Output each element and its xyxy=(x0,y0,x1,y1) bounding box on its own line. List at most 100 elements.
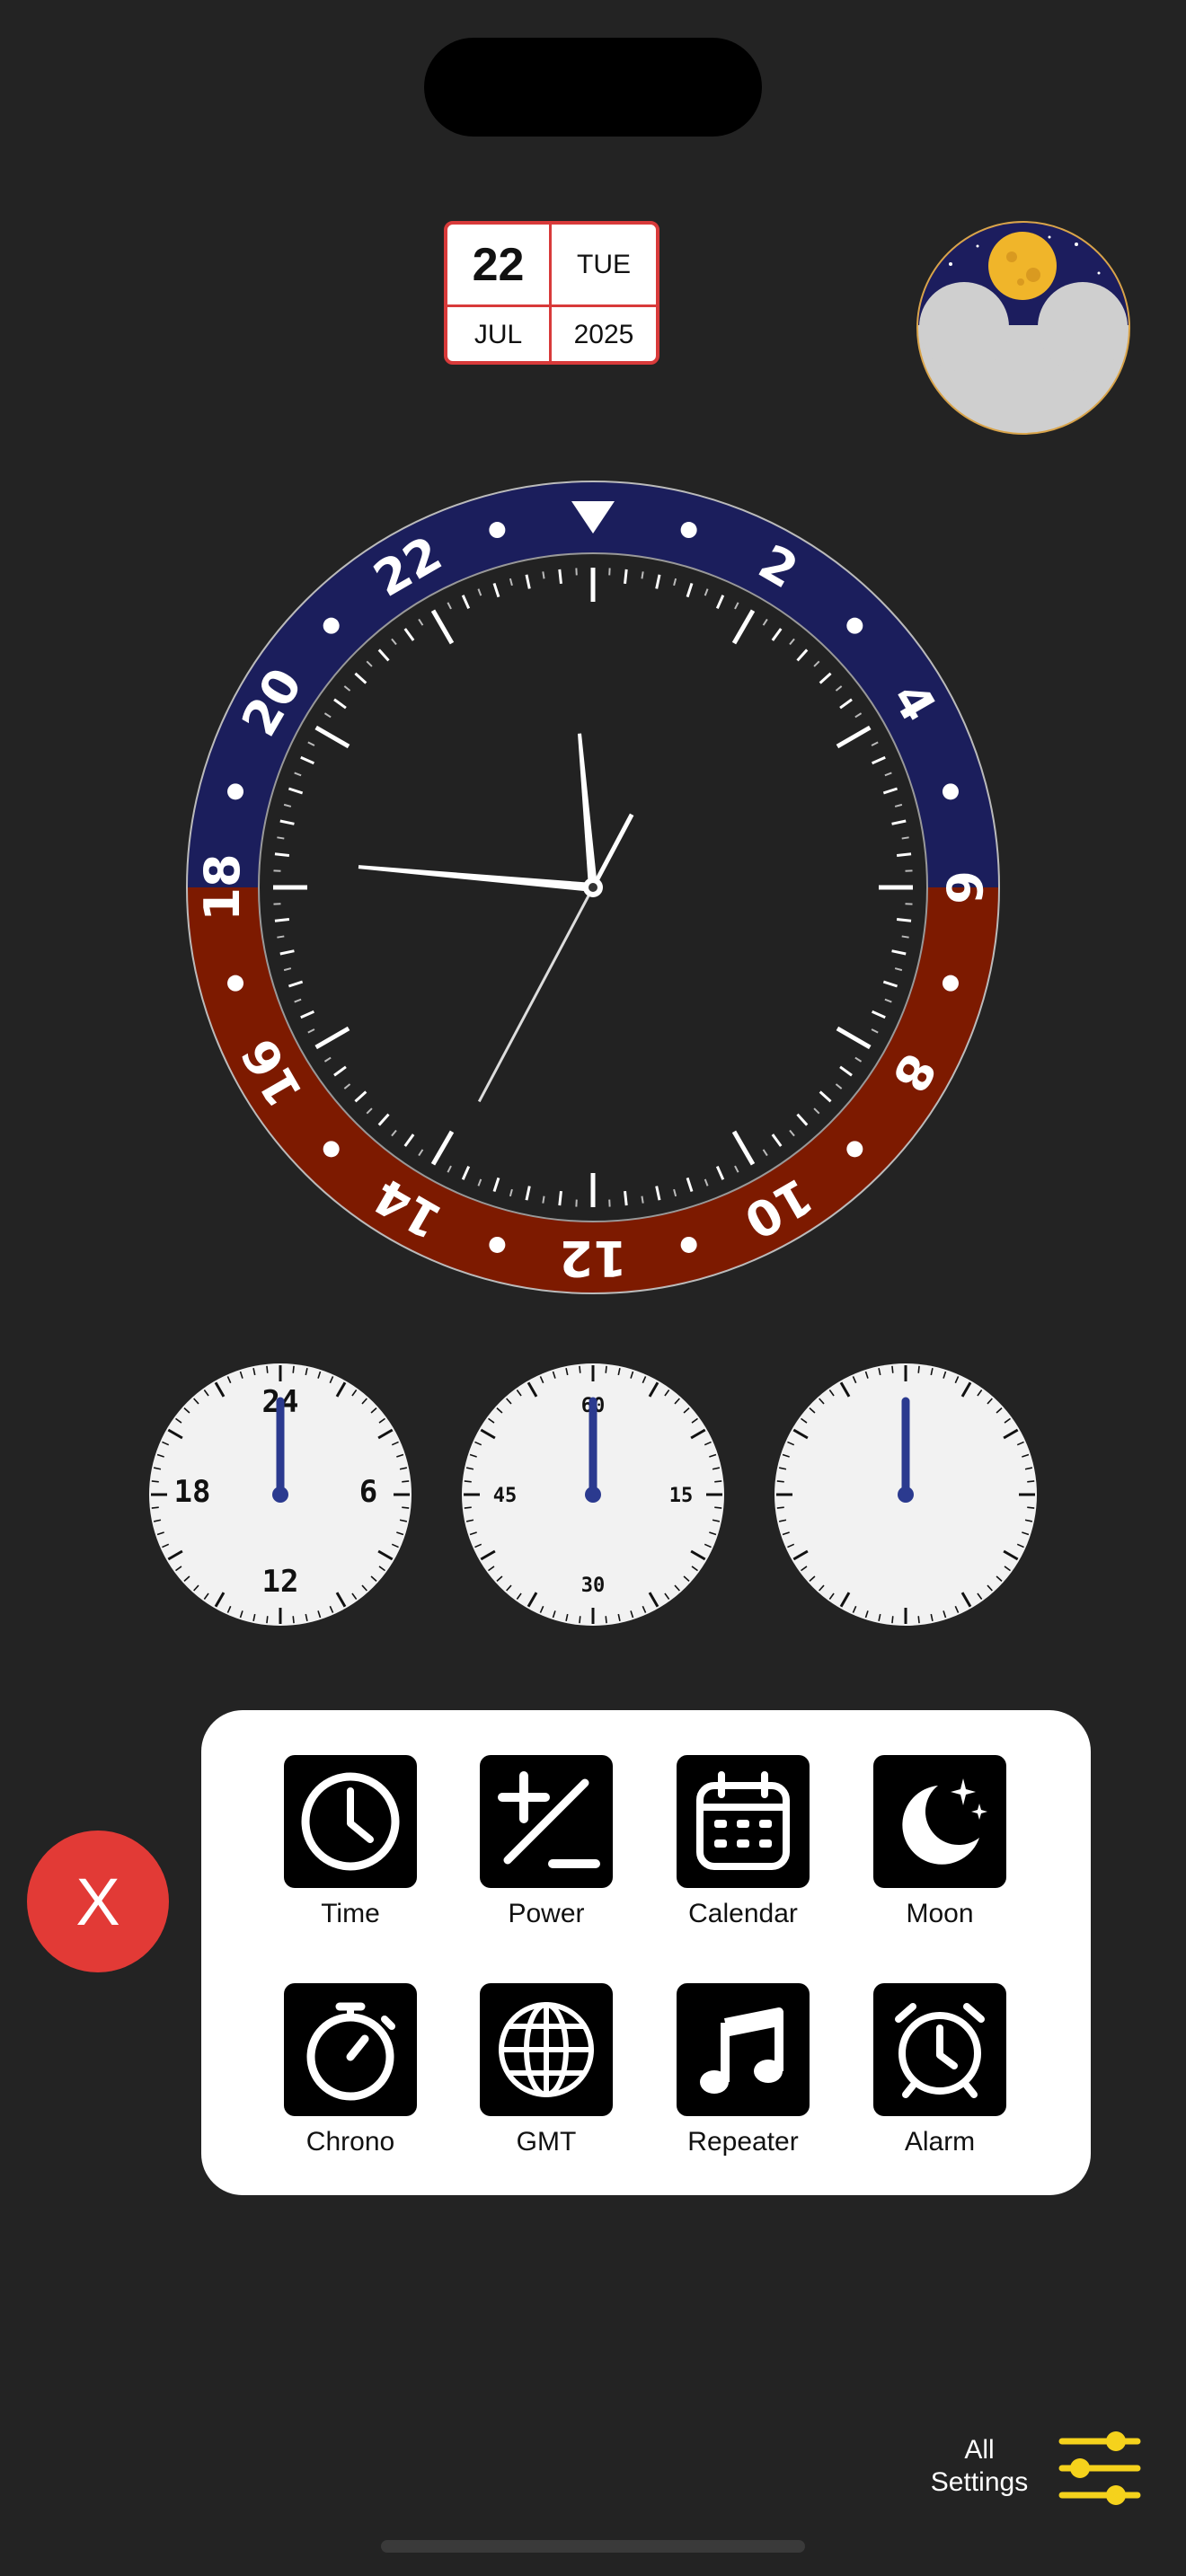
subdial-label: 45 xyxy=(493,1485,518,1507)
shortcut-panel: Time Power Calendar Moon Chrono GMT Repe… xyxy=(201,1710,1091,2195)
shortcut-label: Alarm xyxy=(904,2127,976,2157)
bezel-dot xyxy=(323,1141,340,1158)
shortcut-moon[interactable]: Moon xyxy=(850,1755,1030,1929)
bezel-dot xyxy=(489,1236,506,1253)
subdial-label: 30 xyxy=(581,1575,606,1597)
globe-icon xyxy=(480,1983,613,2116)
dial-subtick xyxy=(277,935,285,939)
calendar-icon xyxy=(677,1755,810,1888)
shortcut-label: GMT xyxy=(516,2127,577,2157)
moon-phase-icon[interactable] xyxy=(915,219,1132,437)
gmt-watch-face[interactable]: 246810121416182022 xyxy=(183,478,1003,1297)
subdial-tick xyxy=(891,1365,894,1373)
subdial-pin xyxy=(585,1486,601,1503)
home-indicator xyxy=(381,2540,805,2553)
subdial-tick xyxy=(776,1480,784,1483)
center-pin-inner xyxy=(589,883,597,892)
subdial-tick xyxy=(1027,1506,1035,1509)
all-settings-button[interactable]: All Settings xyxy=(907,2434,1051,2499)
dial-subtick xyxy=(542,1195,545,1204)
music-note-icon xyxy=(677,1983,810,2116)
shortcut-time[interactable]: Time xyxy=(261,1755,440,1929)
bezel-number: 18 xyxy=(194,853,251,921)
subdial-tick xyxy=(464,1506,472,1509)
date-weekday: TUE xyxy=(552,225,656,307)
date-year: 2025 xyxy=(573,320,634,349)
subdial-tick xyxy=(151,1480,159,1483)
moon-stars-icon xyxy=(873,1755,1006,1888)
all-settings-line2: Settings xyxy=(930,2467,1029,2497)
subdial-tick xyxy=(917,1365,920,1373)
dial-subtick xyxy=(901,836,909,840)
dial-tick xyxy=(274,852,290,857)
shortcut-label: Moon xyxy=(906,1899,974,1928)
subdial-tick xyxy=(464,1480,472,1483)
bezel-dot xyxy=(227,975,244,992)
bezel-dot xyxy=(680,522,697,539)
dial-subtick xyxy=(901,935,909,939)
date-day: 22 xyxy=(447,225,552,307)
subdial-tick xyxy=(292,1616,295,1624)
dial-subtick xyxy=(542,571,545,579)
bezel-number: 12 xyxy=(559,1230,626,1286)
shortcut-gmt[interactable]: GMT xyxy=(456,1983,636,2157)
subdial-tick xyxy=(776,1506,784,1509)
subdial-60[interactable]: 60153045 xyxy=(460,1362,726,1628)
shortcut-label: Time xyxy=(321,1899,380,1928)
subdial-tick xyxy=(714,1506,722,1509)
bezel-dot xyxy=(942,783,959,800)
subdial-tick xyxy=(1027,1480,1035,1483)
subdial-pin xyxy=(272,1486,288,1503)
subdial-blank[interactable] xyxy=(773,1362,1039,1628)
subdial-tick xyxy=(292,1365,295,1373)
bezel-dot xyxy=(227,783,244,800)
bezel-dot xyxy=(323,617,340,634)
dial-tick xyxy=(558,569,562,585)
plus-minus-icon xyxy=(480,1755,613,1888)
bezel-dot xyxy=(680,1236,697,1253)
shortcut-label: Chrono xyxy=(305,2127,395,2157)
shortcut-chrono[interactable]: Chrono xyxy=(261,1983,440,2157)
subdial-tick xyxy=(714,1480,722,1483)
subdial-pin xyxy=(898,1486,914,1503)
subdial-label: 6 xyxy=(359,1474,377,1510)
sliders-icon[interactable] xyxy=(1057,2429,1143,2510)
shortcut-repeater[interactable]: Repeater xyxy=(653,1983,833,2157)
subdial-tick xyxy=(917,1616,920,1624)
bezel-dot xyxy=(846,617,863,634)
dial-tick xyxy=(896,852,912,857)
stopwatch-icon xyxy=(284,1983,417,2116)
shortcut-power[interactable]: Power xyxy=(456,1755,636,1929)
shortcut-label: Power xyxy=(508,1899,585,1928)
subdial-label: 18 xyxy=(174,1474,211,1510)
subdial-tick xyxy=(151,1506,159,1509)
close-button[interactable]: X xyxy=(27,1831,169,1972)
date-month: JUL xyxy=(447,307,552,361)
subdial-tick xyxy=(266,1616,269,1624)
dial-subtick xyxy=(277,836,285,840)
bezel-dot xyxy=(942,975,959,992)
dial-tick xyxy=(624,1190,628,1206)
shortcut-label: Calendar xyxy=(688,1899,798,1928)
subdial-tick xyxy=(402,1480,410,1483)
subdial-tick xyxy=(891,1616,894,1624)
subdial-label: 15 xyxy=(669,1485,694,1507)
bezel-dot xyxy=(846,1141,863,1158)
dial-tick xyxy=(558,1190,562,1206)
subdial-24h[interactable]: 2461218 xyxy=(147,1362,413,1628)
bezel-dot xyxy=(489,522,506,539)
all-settings-line1: All xyxy=(964,2435,995,2465)
shortcut-label: Repeater xyxy=(687,2127,799,2157)
bezel-number: 6 xyxy=(935,870,992,904)
dynamic-island xyxy=(424,38,762,137)
date-complication[interactable]: 22 TUE JUL 2025 xyxy=(444,221,659,365)
dial-tick xyxy=(274,918,290,922)
subdial-tick xyxy=(402,1506,410,1509)
subdial-tick xyxy=(266,1365,269,1373)
subdial-label: 12 xyxy=(262,1564,299,1600)
shortcut-alarm[interactable]: Alarm xyxy=(850,1983,1030,2157)
shortcut-calendar[interactable]: Calendar xyxy=(653,1755,833,1929)
dial-tick xyxy=(624,569,628,585)
dial-tick xyxy=(896,918,912,922)
alarm-clock-icon xyxy=(873,1983,1006,2116)
